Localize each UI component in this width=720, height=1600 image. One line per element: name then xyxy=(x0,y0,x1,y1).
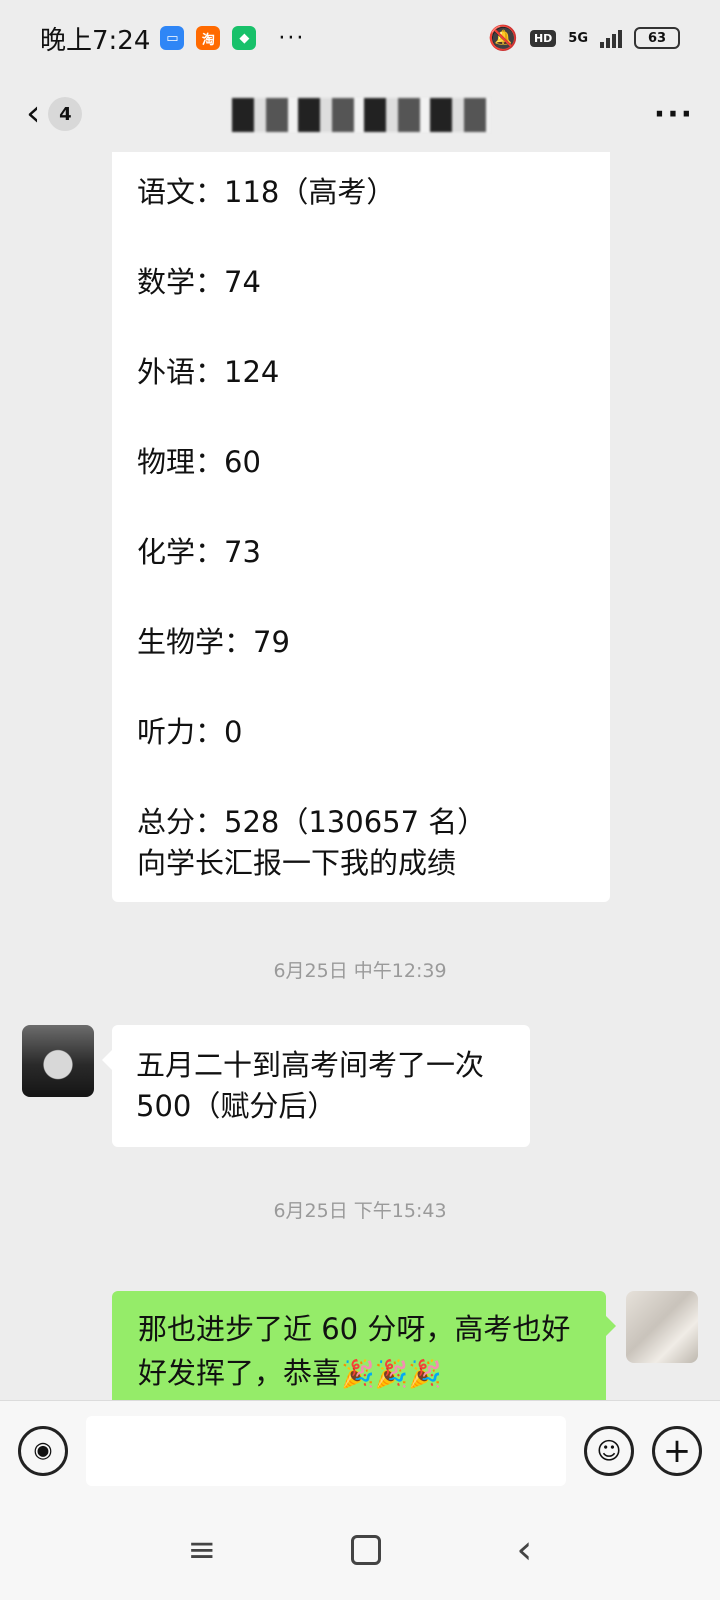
system-nav-bar: ≡ ‹ xyxy=(0,1500,720,1600)
chevron-left-icon[interactable]: ‹ xyxy=(26,96,40,132)
score-line-chinese: 语文：118（高考） xyxy=(137,175,396,209)
message-bubble-2[interactable]: 五月二十到高考间考了一次 500（赋分后） xyxy=(112,1025,530,1147)
message-bubble-3[interactable]: 那也进步了近 60 分呀，高考也好 好发挥了，恭喜🎉🎉🎉 xyxy=(112,1291,606,1400)
more-dots-icon[interactable]: ··· xyxy=(654,97,694,132)
security-app-icon: ◆ xyxy=(232,26,257,50)
msg3-line1: 那也进步了近 60 分呀，高考也好 xyxy=(138,1312,571,1346)
timestamp-1: 6月25日 中午12:39 xyxy=(273,960,447,982)
status-bar: 晚上7:24 ▭ 淘 ◆ ··· 🔕 HD 5G 63 xyxy=(0,0,720,76)
status-right-group: 🔕 HD 5G 63 xyxy=(488,24,680,52)
plus-icon[interactable]: + xyxy=(652,1425,702,1476)
party-popper-icon: 🎉🎉🎉 xyxy=(341,1359,442,1390)
network-type: 5G xyxy=(568,30,588,46)
score-note: 向学长汇报一下我的成绩 xyxy=(137,846,457,880)
hd-badge: HD xyxy=(529,29,557,47)
signal-icon xyxy=(600,28,622,48)
unread-count-badge[interactable]: 4 xyxy=(48,97,83,131)
score-message-bubble[interactable]: 语文：118（高考） 数学：74 外语：124 物理：60 化学：73 生物学：… xyxy=(112,152,610,902)
status-more-dots: ··· xyxy=(278,25,306,51)
msg2-line1: 五月二十到高考间考了一次 xyxy=(136,1048,485,1082)
chat-message-list[interactable]: 语文：118（高考） 数学：74 外语：124 物理：60 化学：73 生物学：… xyxy=(0,152,720,1400)
score-line-biology: 生物学：79 xyxy=(137,625,290,659)
msg2-line2: 500（赋分后） xyxy=(136,1089,337,1123)
taobao-app-icon: 淘 xyxy=(196,26,221,50)
self-avatar[interactable] xyxy=(626,1291,698,1363)
score-line-total: 总分：528（130657 名） xyxy=(137,805,487,839)
battery-indicator: 63 xyxy=(634,27,680,49)
score-line-language: 外语：124 xyxy=(137,355,280,389)
message-input[interactable] xyxy=(86,1415,566,1486)
mute-bell-icon: 🔕 xyxy=(488,24,518,52)
bubble-tail-right xyxy=(606,1316,616,1336)
input-bar: ◉ ☺ + xyxy=(0,1400,720,1500)
score-line-math: 数学：74 xyxy=(137,265,261,299)
status-time: 晚上7:24 xyxy=(40,25,151,56)
bubble-tail-left xyxy=(102,1050,112,1070)
timestamp-2: 6月25日 下午15:43 xyxy=(273,1200,447,1222)
contact-avatar[interactable] xyxy=(22,1025,94,1097)
voice-icon[interactable]: ◉ xyxy=(18,1425,68,1476)
back-icon[interactable]: ‹ xyxy=(516,1527,532,1573)
score-line-physics: 物理：60 xyxy=(137,445,261,479)
chat-header: ‹ 4 ··· xyxy=(0,76,720,152)
menu-icon[interactable]: ≡ xyxy=(188,1530,217,1570)
emoji-icon[interactable]: ☺ xyxy=(584,1425,634,1476)
score-line-chemistry: 化学：73 xyxy=(137,535,261,569)
score-line-listening: 听力：0 xyxy=(137,715,243,749)
chat-title-pixelated xyxy=(232,98,490,132)
calendar-app-icon: ▭ xyxy=(160,26,185,50)
msg3-line2: 好发挥了，恭喜 xyxy=(138,1356,342,1390)
home-icon[interactable] xyxy=(351,1535,382,1565)
